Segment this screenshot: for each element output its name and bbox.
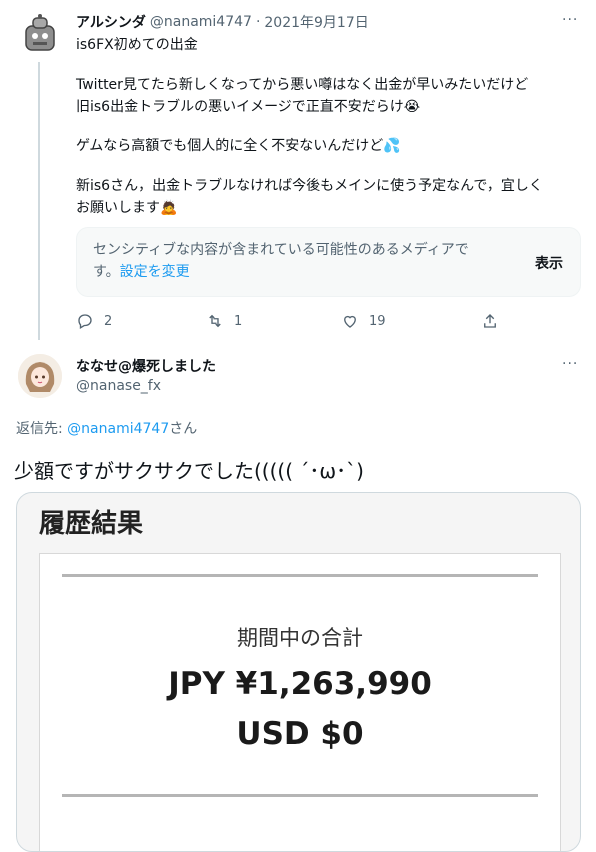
reply-button[interactable]: 2 bbox=[76, 312, 112, 330]
image-title: 履歴結果 bbox=[39, 509, 144, 539]
separator: · bbox=[255, 14, 261, 30]
handle[interactable]: @nanase_fx bbox=[76, 378, 161, 394]
period-total-label: 期間中の合計 bbox=[237, 626, 363, 650]
tweet-text-para1: Twitter見てたら新しくなってから悪い噂はなく出金が早いみたいだけど 旧is… bbox=[76, 77, 529, 115]
reply-to-line: 返信先: @nanami4747さん bbox=[16, 418, 197, 438]
divider bbox=[62, 794, 538, 797]
timestamp[interactable]: 2021年9月17日 bbox=[264, 12, 368, 32]
jpy-total: JPY ¥1,263,990 bbox=[168, 666, 432, 702]
divider bbox=[62, 574, 538, 577]
settings-link[interactable]: 設定を変更 bbox=[120, 264, 190, 280]
tweet-text-line1: is6FX初めての出金 bbox=[76, 37, 198, 53]
reply-count: 2 bbox=[104, 313, 113, 329]
tweet-text: 少額ですがサクサクでした((((( ´･ω･`) bbox=[14, 459, 364, 483]
sensitive-media-notice: センシティブな内容が含まれている可能性のあるメディアで す。設定を変更 表示 bbox=[76, 227, 581, 297]
tweet-text-para2: ゲムなら高額でも個人的に全く不安ないんだけど💦 bbox=[76, 138, 401, 154]
show-button[interactable]: 表示 bbox=[535, 253, 563, 273]
robot-avatar-icon bbox=[25, 14, 55, 51]
more-icon[interactable]: ··· bbox=[562, 356, 578, 372]
share-button[interactable] bbox=[481, 312, 499, 330]
avatar[interactable] bbox=[18, 354, 62, 398]
share-icon bbox=[484, 314, 496, 328]
reply-prefix: 返信先: bbox=[16, 421, 68, 437]
display-name[interactable]: アルシンダ bbox=[76, 12, 146, 32]
sensitive-text-line1: センシティブな内容が含まれている可能性のあるメディアで bbox=[93, 242, 469, 258]
reply-handle-link[interactable]: @nanami4747 bbox=[67, 421, 169, 437]
reply-icon bbox=[78, 314, 92, 329]
reply-suffix: さん bbox=[169, 421, 198, 437]
sensitive-notice-text: センシティブな内容が含まれている可能性のあるメディアで す。設定を変更 bbox=[93, 239, 513, 283]
avatar[interactable] bbox=[18, 12, 62, 56]
tweet-header: アルシンダ @nanami4747 · 2021年9月17日 bbox=[76, 12, 369, 32]
tweet-text-para3: 新is6さん，出金トラブルなければ今後もメインに使う予定なんで，宜しく お願いし… bbox=[76, 178, 543, 216]
image-panel: 期間中の合計 JPY ¥1,263,990 USD $0 bbox=[39, 553, 561, 851]
retweet-button[interactable]: 1 bbox=[206, 312, 242, 330]
more-icon[interactable]: ··· bbox=[562, 12, 578, 28]
thread-line bbox=[38, 62, 40, 340]
attached-image[interactable]: 履歴結果 期間中の合計 JPY ¥1,263,990 USD $0 bbox=[16, 492, 581, 852]
usd-total: USD $0 bbox=[236, 716, 364, 752]
retweet-count: 1 bbox=[234, 313, 243, 329]
retweet-icon bbox=[209, 314, 221, 328]
handle[interactable]: @nanami4747 bbox=[150, 14, 252, 30]
sensitive-text-line2: す。 bbox=[93, 264, 120, 280]
anime-avatar-icon bbox=[18, 354, 62, 398]
like-button[interactable]: 19 bbox=[341, 312, 386, 330]
like-count: 19 bbox=[369, 313, 386, 329]
heart-icon bbox=[344, 315, 356, 328]
display-name[interactable]: ななせ@爆死しました bbox=[76, 356, 216, 376]
